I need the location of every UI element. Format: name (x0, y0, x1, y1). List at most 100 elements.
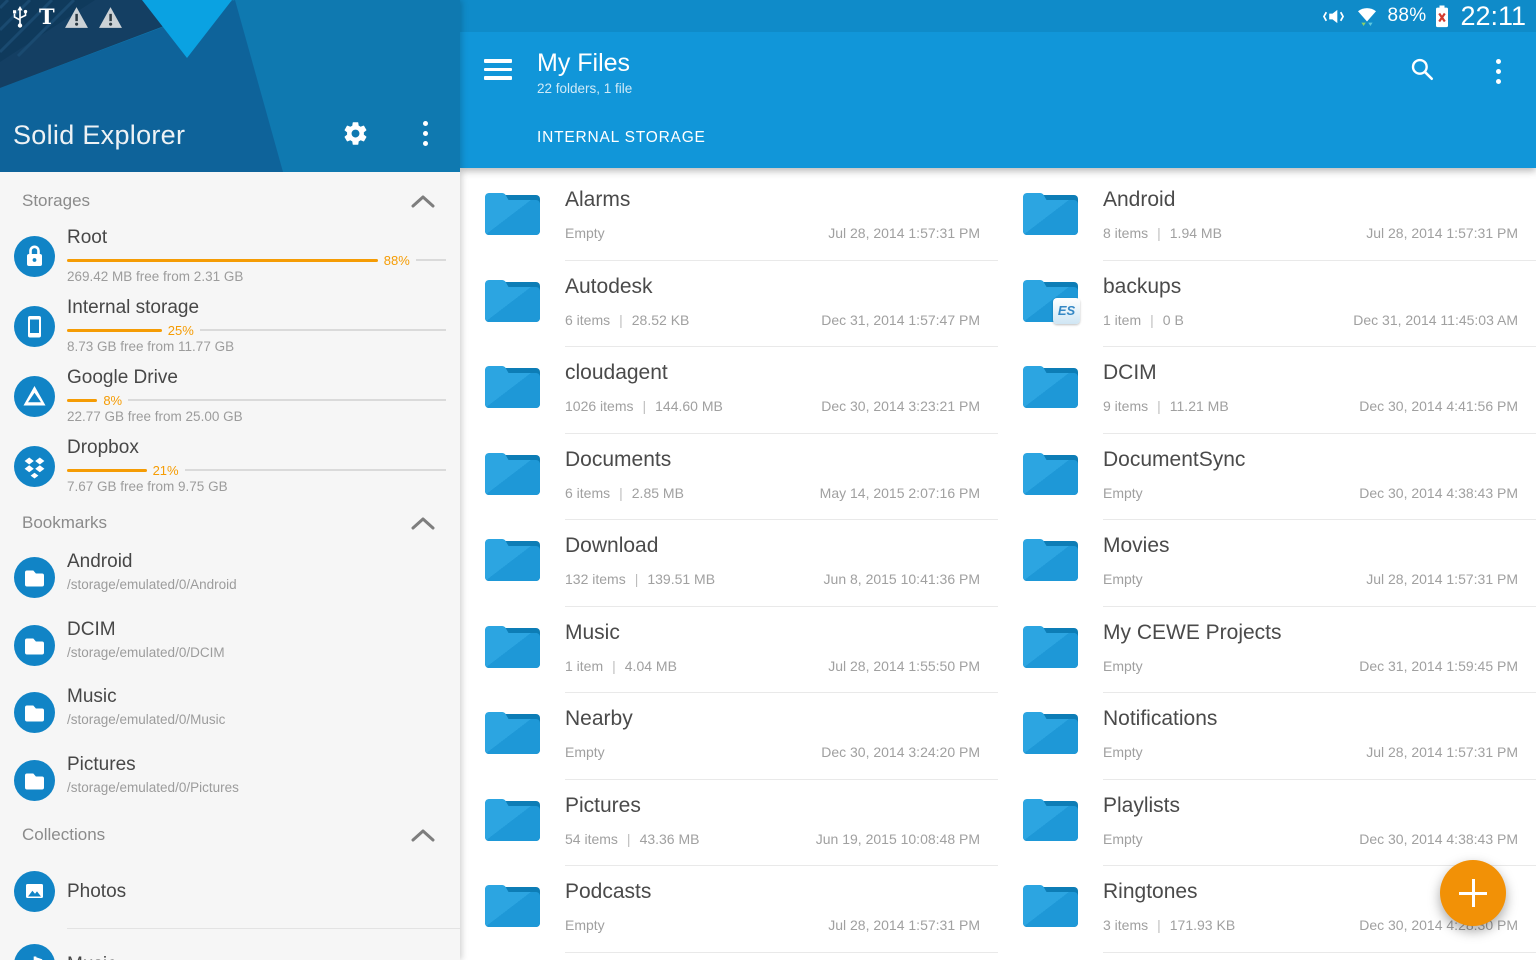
file-date: Dec 30, 2014 3:24:20 PM (821, 744, 980, 760)
file-meta: Empty (1103, 831, 1143, 847)
file-date: Jun 8, 2015 10:41:36 PM (824, 571, 980, 587)
folder-glyph-icon (484, 275, 541, 323)
search-icon[interactable] (1409, 56, 1435, 82)
folder-glyph-icon (1022, 361, 1079, 409)
file-count: 8 items (1103, 225, 1148, 241)
collection-item[interactable]: Music (67, 928, 460, 960)
file-row[interactable]: Movies Empty Jul 28, 2014 1:57:31 PM (998, 520, 1536, 607)
storage-item[interactable]: Root 88% 269.42 MB free from 2.31 GB (0, 222, 460, 292)
file-row[interactable]: My CEWE Projects Empty Dec 31, 2014 1:59… (998, 607, 1536, 694)
file-row[interactable]: Android 8 items | 1.94 MB Jul 28, 2014 1… (998, 174, 1536, 261)
folder-icon (1022, 621, 1079, 669)
plus-icon (1459, 879, 1487, 907)
file-row[interactable]: DocumentSync Empty Dec 30, 2014 4:38:43 … (998, 434, 1536, 521)
collection-item[interactable]: Photos (0, 856, 460, 928)
music-note-icon (14, 944, 55, 960)
file-row[interactable]: Notifications Empty Jul 28, 2014 1:57:31… (998, 693, 1536, 780)
storage-usage-bar: 8% (67, 393, 446, 407)
status-bar-left: T (10, 4, 123, 30)
bookmark-item[interactable]: DCIM /storage/emulated/0/DCIM (0, 612, 460, 680)
file-count: 1 item (565, 658, 603, 674)
solid-explorer-app: T Solid Explorer (0, 0, 1536, 960)
file-size: 2.85 MB (632, 485, 684, 501)
app-title: Solid Explorer (13, 120, 185, 151)
file-row[interactable]: Autodesk 6 items | 28.52 KB Dec 31, 2014… (460, 261, 998, 348)
file-row[interactable]: Nearby Empty Dec 30, 2014 3:24:20 PM (460, 693, 998, 780)
file-row[interactable]: ES backups 1 item | 0 B Dec 31, 2014 11:… (998, 261, 1536, 348)
file-count: 6 items (565, 485, 610, 501)
file-count: Empty (1103, 571, 1143, 587)
sidebar-scroll[interactable]: Storages (0, 172, 460, 960)
file-row[interactable]: Alarms Empty Jul 28, 2014 1:57:31 PM (460, 174, 998, 261)
section-head-storages: Storages (0, 180, 460, 222)
file-name: Podcasts (565, 880, 651, 904)
folder-icon (484, 361, 541, 409)
file-row[interactable]: cloudagent 1026 items | 144.60 MB Dec 30… (460, 347, 998, 434)
meta-separator: | (642, 398, 646, 414)
file-size: 171.93 KB (1170, 917, 1235, 933)
file-date: Dec 30, 2014 4:38:43 PM (1359, 831, 1518, 847)
folder-icon (1022, 794, 1079, 842)
folder-glyph-icon (1022, 794, 1079, 842)
file-meta: Empty (1103, 485, 1143, 501)
folder-icon (484, 534, 541, 582)
file-meta: Empty (565, 744, 605, 760)
settings-gear-icon[interactable] (342, 120, 369, 147)
collection-type-icon (14, 871, 55, 912)
storage-item[interactable]: Dropbox 21% 7.67 GB free from 9.75 GB (0, 432, 460, 502)
bookmark-item[interactable]: Pictures /storage/emulated/0/Pictures (0, 747, 460, 815)
add-fab[interactable] (1440, 860, 1506, 926)
section-title-collections: Collections (22, 825, 105, 845)
meta-separator: | (619, 485, 623, 501)
sidebar-overflow-menu-icon[interactable] (423, 118, 428, 148)
file-row[interactable]: Download 132 items | 139.51 MB Jun 8, 20… (460, 520, 998, 607)
file-row[interactable]: DCIM 9 items | 11.21 MB Dec 30, 2014 4:4… (998, 347, 1536, 434)
folder-icon (1022, 707, 1079, 755)
storage-type-icon (14, 236, 55, 277)
folder-icon (484, 448, 541, 496)
storage-type-icon (14, 376, 55, 417)
storage-name: Google Drive (67, 367, 178, 389)
page-subtitle: 22 folders, 1 file (537, 81, 632, 96)
file-row[interactable]: Documents 6 items | 2.85 MB May 14, 2015… (460, 434, 998, 521)
dropbox-icon (14, 446, 55, 487)
storage-item[interactable]: Internal storage 25% 8.73 GB free from 1… (0, 292, 460, 362)
file-date: Dec 30, 2014 3:23:21 PM (821, 398, 980, 414)
menu-icon[interactable] (484, 59, 512, 80)
usage-track (185, 469, 446, 471)
file-row[interactable]: Podcasts Empty Jul 28, 2014 1:57:31 PM (460, 866, 998, 953)
file-date: Jul 28, 2014 1:57:31 PM (1366, 744, 1518, 760)
chevron-up-icon[interactable] (410, 516, 436, 530)
collections-list: Photos Music (0, 856, 460, 960)
file-row[interactable]: Playlists Empty Dec 30, 2014 4:38:43 PM (998, 780, 1536, 867)
file-meta: 54 items | 43.36 MB (565, 831, 700, 847)
file-meta: Empty (565, 225, 605, 241)
bookmark-item[interactable]: Music /storage/emulated/0/Music (0, 679, 460, 747)
chevron-up-icon[interactable] (410, 828, 436, 842)
file-name: Notifications (1103, 707, 1217, 731)
file-meta: Empty (1103, 744, 1143, 760)
file-count: 132 items (565, 571, 626, 587)
bookmarks-list: Android /storage/emulated/0/Android DCIM… (0, 544, 460, 814)
main-overflow-menu-icon[interactable] (1496, 56, 1501, 86)
file-count: Empty (1103, 831, 1143, 847)
file-date: Dec 30, 2014 4:41:56 PM (1359, 398, 1518, 414)
file-name: My CEWE Projects (1103, 621, 1282, 645)
file-list[interactable]: Alarms Empty Jul 28, 2014 1:57:31 PM (460, 168, 1536, 960)
folder-glyph-icon (484, 880, 541, 928)
usage-percent-label: 8% (103, 394, 122, 407)
chevron-up-icon[interactable] (410, 194, 436, 208)
file-date: Jul 28, 2014 1:55:50 PM (828, 658, 980, 674)
file-row[interactable]: Pictures 54 items | 43.36 MB Jun 19, 201… (460, 780, 998, 867)
meta-separator: | (1157, 225, 1161, 241)
breadcrumb-tab[interactable]: INTERNAL STORAGE (537, 108, 706, 168)
storage-name: Root (67, 227, 107, 249)
storage-type-icon (14, 306, 55, 347)
storage-item[interactable]: Google Drive 8% 22.77 GB free from 25.00… (0, 362, 460, 432)
file-date: May 14, 2015 2:07:16 PM (820, 485, 980, 501)
file-row[interactable]: Music 1 item | 4.04 MB Jul 28, 2014 1:55… (460, 607, 998, 694)
battery-percent: 88% (1388, 5, 1427, 27)
bookmark-item[interactable]: Android /storage/emulated/0/Android (0, 544, 460, 612)
vibrate-mute-icon (1321, 6, 1346, 27)
storage-usage-bar: 25% (67, 323, 446, 337)
